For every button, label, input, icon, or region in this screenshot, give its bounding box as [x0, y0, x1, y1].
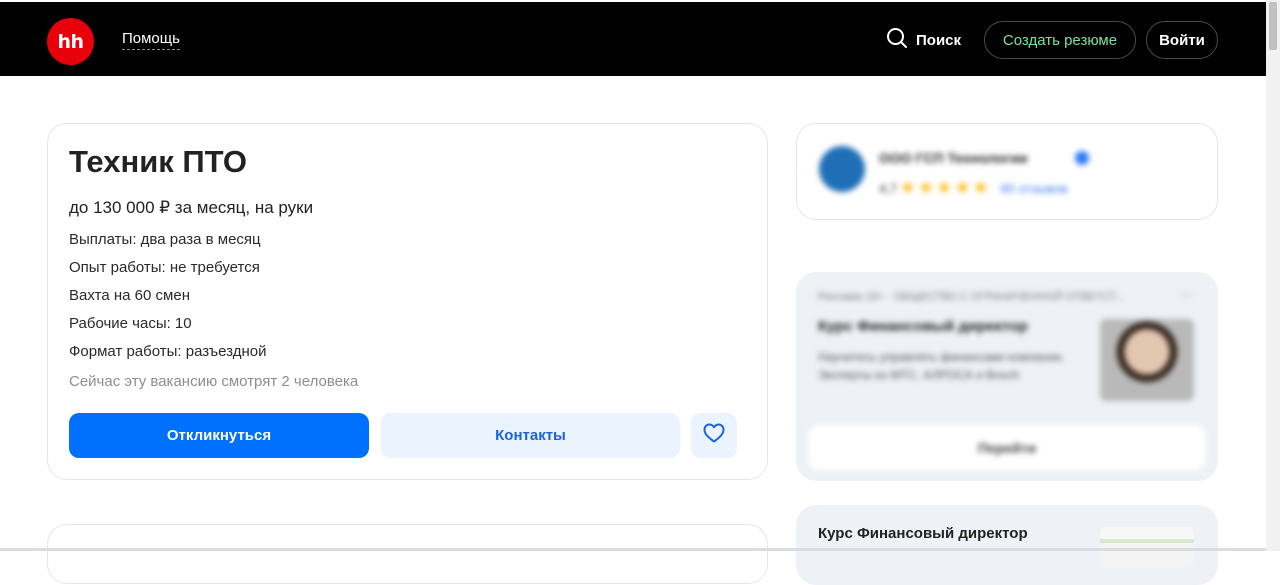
- ad-advertiser: Реклама 18+ · ОБЩЕСТВО С ОГРАНИЧЕННОЙ ОТ…: [818, 291, 1125, 303]
- contacts-button[interactable]: Контакты: [381, 413, 680, 458]
- login-button[interactable]: Войти: [1146, 21, 1218, 59]
- site-header: hh Помощь Поиск Создать резюме Войти: [0, 2, 1266, 76]
- ad-banner-2[interactable]: Курс Финансовый директор: [796, 505, 1218, 585]
- ad-menu-icon[interactable]: ···: [1178, 286, 1192, 302]
- help-link[interactable]: Помощь: [122, 30, 180, 50]
- search-button[interactable]: Поиск: [886, 28, 961, 52]
- work-hours-info: Рабочие часы: 10: [69, 315, 192, 332]
- ad-photo: [1100, 319, 1194, 401]
- shift-info: Вахта на 60 смен: [69, 287, 190, 304]
- heart-icon: [702, 422, 726, 449]
- star-icon: ★: [973, 178, 989, 197]
- vacancy-title: Техник ПТО: [69, 144, 247, 179]
- ad-go-button[interactable]: Перейти: [808, 425, 1206, 470]
- star-icon: ★: [900, 178, 916, 197]
- apply-button[interactable]: Откликнуться: [69, 413, 369, 458]
- company-card[interactable]: ООО ГСП Технологии 4,7 ★ ★ ★ ★ ★ 90 отзы…: [796, 123, 1218, 220]
- vacancy-card: Техник ПТО до 130 000 ₽ за месяц, на рук…: [47, 123, 768, 480]
- scrollbar-thumb[interactable]: [1269, 2, 1277, 50]
- star-icon: ★: [918, 178, 934, 197]
- payment-info: Выплаты: два раза в месяц: [69, 231, 261, 248]
- reviews-link[interactable]: 90 отзывов: [1000, 181, 1067, 196]
- create-resume-button[interactable]: Создать резюме: [984, 21, 1136, 59]
- ad-description: Научитесь управлять финансами компании. …: [818, 350, 1065, 382]
- company-rating: 4,7 ★ ★ ★ ★ ★ 90 отзывов: [879, 178, 1068, 198]
- ad-title: Курс Финансовый директор: [818, 318, 1028, 335]
- star-icon: ★: [936, 178, 952, 197]
- vacancy-salary: до 130 000 ₽ за месяц, на руки: [69, 198, 314, 217]
- ad2-image: [1100, 527, 1194, 567]
- rating-value: 4,7: [879, 180, 898, 196]
- company-name[interactable]: ООО ГСП Технологии: [879, 150, 1028, 166]
- viewers-count: Сейчас эту вакансию смотрят 2 человека: [69, 373, 359, 390]
- search-label: Поиск: [916, 31, 962, 49]
- favorite-button[interactable]: [691, 413, 737, 458]
- search-icon: [886, 27, 916, 53]
- company-logo: [819, 146, 865, 192]
- verified-icon: [1075, 151, 1089, 165]
- ad-blurred-content: Реклама 18+ · ОБЩЕСТВО С ОГРАНИЧЕННОЙ ОТ…: [796, 272, 1218, 481]
- hh-logo[interactable]: hh: [47, 18, 94, 65]
- work-format-info: Формат работы: разъездной: [69, 343, 267, 360]
- ad-banner[interactable]: Реклама 18+ · ОБЩЕСТВО С ОГРАНИЧЕННОЙ ОТ…: [796, 272, 1218, 481]
- next-section-card: [47, 524, 768, 584]
- star-icon: ★: [954, 178, 971, 197]
- scrollbar[interactable]: [1266, 0, 1280, 551]
- experience-info: Опыт работы: не требуется: [69, 259, 260, 276]
- ad2-title: Курс Финансовый директор: [818, 525, 1028, 542]
